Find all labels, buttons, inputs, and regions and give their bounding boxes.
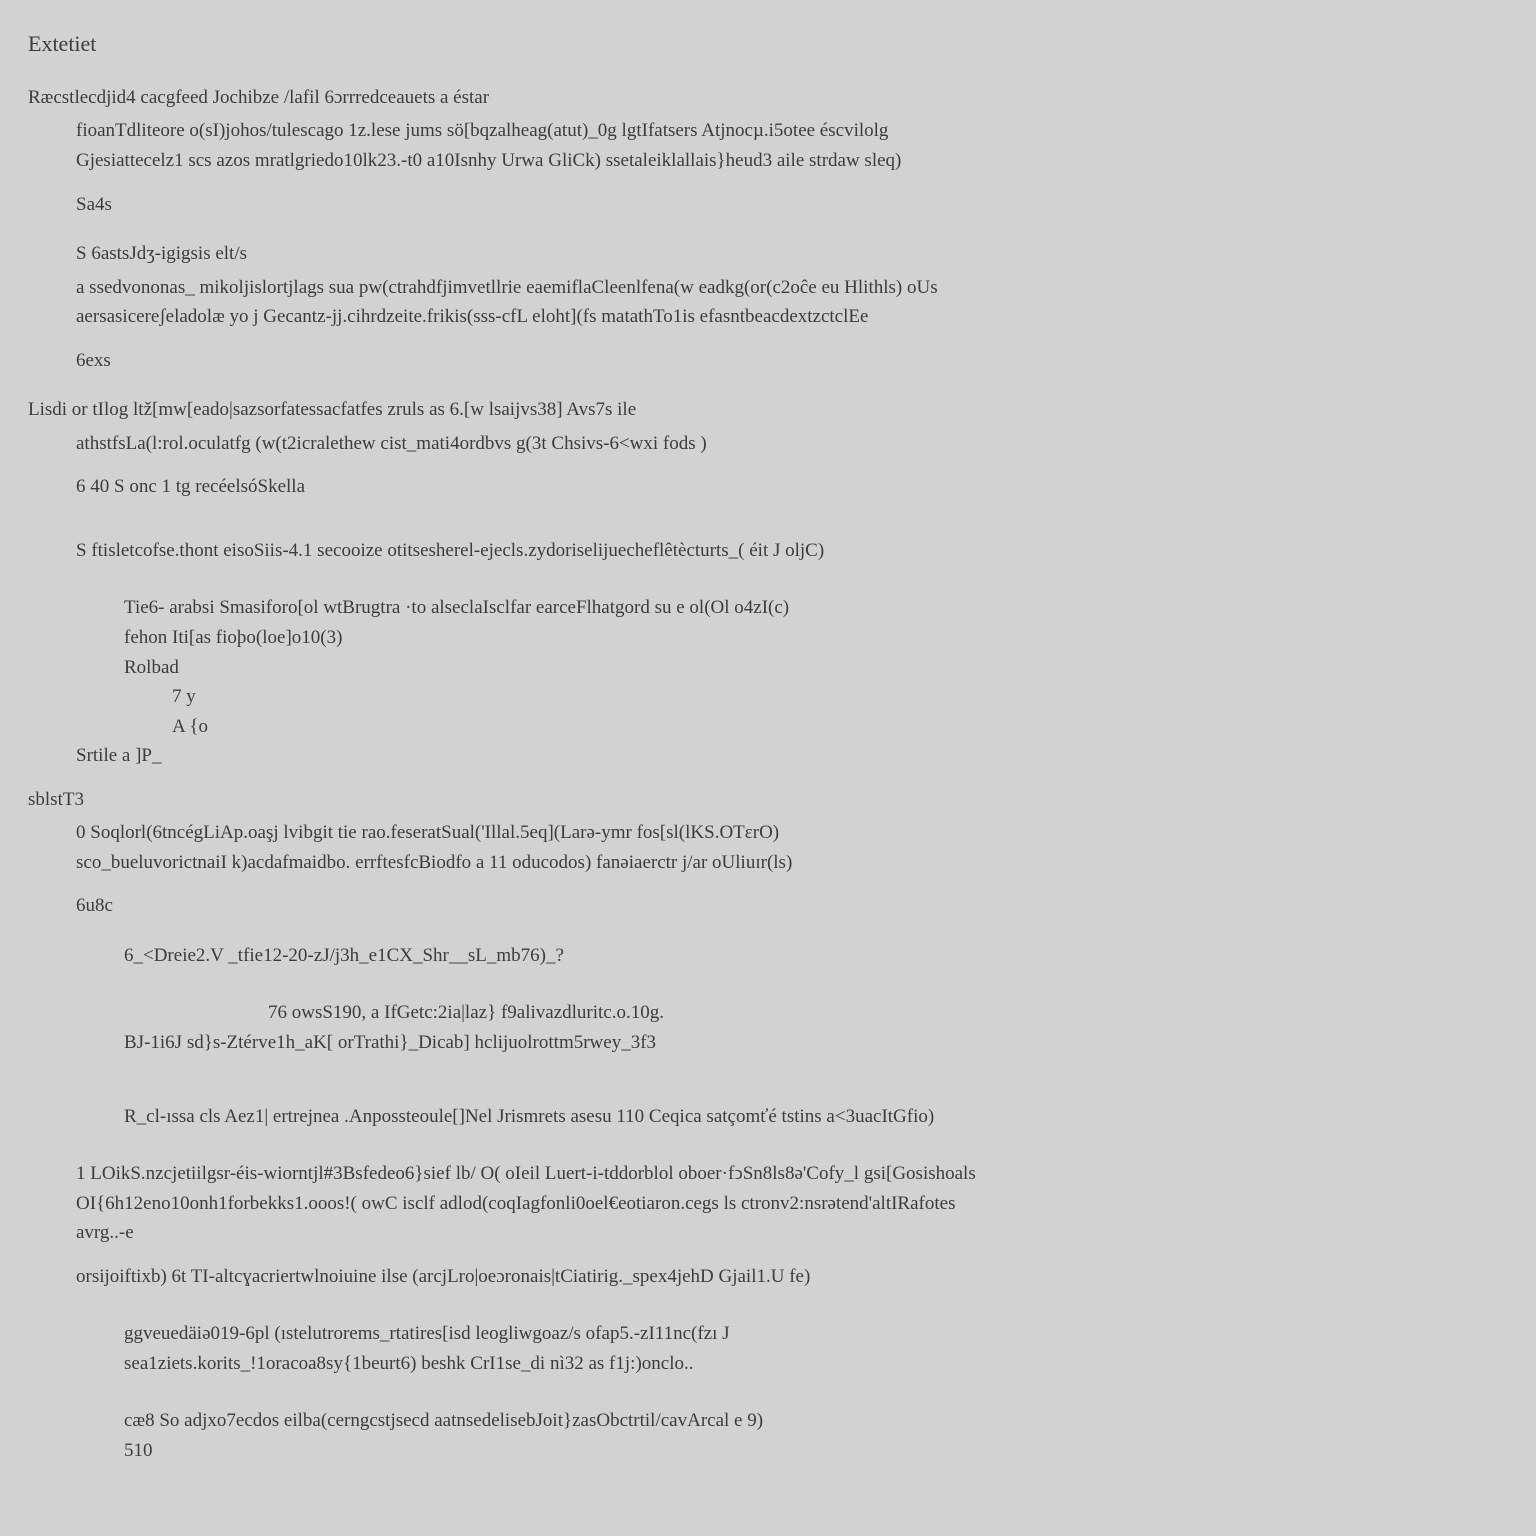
body-text: BJ-1i6J sd}s-Ztérve1h_aK[ orTrathi}_Dica… — [28, 1029, 1508, 1057]
body-text: 1 LOikS.nzcjetiilgsr-éis-wiorntjl#3Bsfed… — [28, 1160, 1508, 1188]
heading-1: Ræcstlecdjid4 cacgfeed Jochibze /lafil 6… — [28, 84, 1508, 112]
code-line: Tie6- arabsi Smasiforo[ol wtBrugtra ·to … — [28, 594, 1508, 622]
body-text: aersasicereʃeladolæ yo j Gecantz-jj.cihr… — [28, 303, 1508, 331]
section-label: sblstT3 — [28, 786, 1508, 814]
document-page: Extetiet Ræcstlecdjid4 cacgfeed Jochibze… — [0, 0, 1536, 1508]
body-text: cæ8 So adjxo7ecdos eilba(cerngcstjsecd a… — [28, 1407, 1508, 1435]
code-line: fehon Iti[as fioþo(loe]o10(3) — [28, 624, 1508, 652]
body-text: S ftisletcofse.thont eisoSiis-4.1 secooi… — [28, 537, 1508, 565]
code-line: A {o — [28, 713, 1508, 741]
body-text: 0 Soqlorl(6tncégLiAp.oaşj lvibgit tie ra… — [28, 819, 1508, 847]
body-text: a ssedvononas_ mikoljislortjlags sua pw(… — [28, 274, 1508, 302]
heading-2: S 6astsJdʒ-igigsis elt/s — [28, 240, 1508, 268]
heading-3: Lisdi or tIlog ltž[mw[eado|sazsorfatessa… — [28, 396, 1508, 424]
body-text: orsijoiftixb) 6t TI-altcɣacriertwlnoiuin… — [28, 1263, 1508, 1291]
body-text: avrg..-e — [28, 1219, 1508, 1247]
body-code: 6exs — [28, 347, 1508, 375]
body-text: OI{6h12eno10onh1forbekks1.ooos!( owC isc… — [28, 1190, 1508, 1218]
doc-title: Extetiet — [28, 28, 1508, 60]
code-line: Rolbad — [28, 654, 1508, 682]
body-text: sea1ziets.korits_!1oracoa8sy{1beurt6) be… — [28, 1350, 1508, 1378]
body-text: sco_bueluvorictnaiI k)acdafmaidbo. errft… — [28, 849, 1508, 877]
body-text: R_cl-ıssa cls Aez1| ertrejnea .Anpossteo… — [28, 1103, 1508, 1131]
body-text: 76 owsS190, a IfGetc:2ia|laz} f9alivazdl… — [28, 999, 1508, 1027]
body-text: ggveuedäiə019-6pl (ıstelutrorems_rtatire… — [28, 1320, 1508, 1348]
code-line: 7 y — [28, 683, 1508, 711]
code-line: Srtile a ]P_ — [28, 742, 1508, 770]
body-code: Sa4s — [28, 191, 1508, 219]
body-code: 6 40 S onc 1 tg recéelsóSkella — [28, 473, 1508, 501]
body-code: 6u8c — [28, 892, 1508, 920]
body-text: fioanTdliteore o(sI)johos/tulescago 1z.l… — [28, 117, 1508, 145]
body-text: 6_<Dreie2.V _tfie12-20-zJ/j3h_e1CX_Shr__… — [28, 942, 1508, 970]
body-text: 510 — [28, 1437, 1508, 1465]
body-text: athstfsLa(l:rol.oculatfg (w(t2icralethew… — [28, 430, 1508, 458]
body-text: Gjesiattecelz1 scs azos mratlgriedo10lk2… — [28, 147, 1508, 175]
